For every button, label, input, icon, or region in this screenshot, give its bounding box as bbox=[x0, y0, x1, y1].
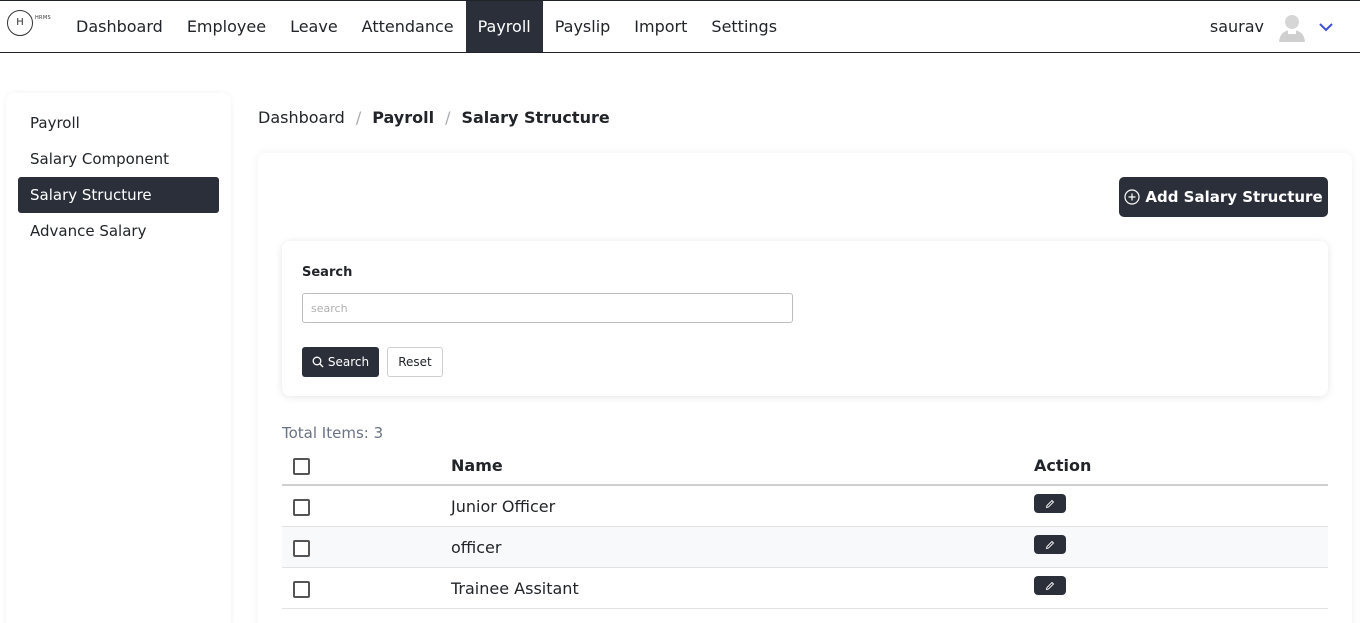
row-checkbox[interactable] bbox=[293, 581, 310, 598]
table-header: Name Action bbox=[282, 445, 1328, 486]
plus-circle-icon bbox=[1124, 189, 1140, 205]
nav-item-leave[interactable]: Leave bbox=[278, 1, 350, 52]
breadcrumb-current: Salary Structure bbox=[461, 107, 610, 127]
search-button[interactable]: Search bbox=[302, 347, 379, 377]
sidebar-item-salary-structure[interactable]: Salary Structure bbox=[18, 177, 219, 213]
avatar[interactable] bbox=[1276, 11, 1308, 43]
search-button-label: Search bbox=[327, 355, 370, 369]
nav-item-import[interactable]: Import bbox=[622, 1, 699, 52]
column-header-action: Action bbox=[1034, 456, 1092, 475]
pencil-icon bbox=[1045, 540, 1055, 549]
edit-button[interactable] bbox=[1034, 535, 1066, 554]
edit-button[interactable] bbox=[1034, 494, 1066, 513]
nav-item-payroll[interactable]: Payroll bbox=[465, 1, 543, 52]
search-input[interactable] bbox=[302, 293, 793, 323]
table-row: Trainee Assitant bbox=[282, 568, 1328, 609]
chevron-down-icon[interactable] bbox=[1316, 17, 1336, 37]
breadcrumb-dashboard[interactable]: Dashboard bbox=[258, 108, 345, 127]
top-navbar: H HRMS Dashboard Employee Leave Attendan… bbox=[0, 0, 1360, 53]
pencil-icon bbox=[1045, 499, 1055, 508]
sidebar-item-salary-component[interactable]: Salary Component bbox=[18, 141, 219, 177]
sidebar-item-payroll[interactable]: Payroll bbox=[18, 105, 219, 141]
table-row: officer bbox=[282, 527, 1328, 568]
row-checkbox[interactable] bbox=[293, 540, 310, 557]
logo-letter: H bbox=[16, 17, 24, 28]
user-menu[interactable]: saurav bbox=[1210, 1, 1336, 52]
breadcrumb-separator: / bbox=[355, 107, 362, 127]
search-icon bbox=[312, 356, 324, 368]
edit-button[interactable] bbox=[1034, 576, 1066, 595]
sidebar: Payroll Salary Component Salary Structur… bbox=[6, 93, 231, 623]
user-name: saurav bbox=[1209, 17, 1264, 36]
breadcrumb-payroll[interactable]: Payroll bbox=[372, 108, 434, 127]
add-salary-structure-button[interactable]: Add Salary Structure bbox=[1119, 177, 1328, 217]
pencil-icon bbox=[1045, 581, 1055, 590]
row-name: Trainee Assitant bbox=[451, 579, 579, 598]
salary-structure-table: Name Action Junior Officer officer Train… bbox=[282, 445, 1328, 609]
reset-button[interactable]: Reset bbox=[387, 347, 443, 377]
total-items: Total Items: 3 bbox=[282, 424, 384, 442]
breadcrumb: Dashboard / Payroll / Salary Structure bbox=[258, 106, 610, 128]
select-all-checkbox[interactable] bbox=[293, 458, 310, 475]
content-card: Add Salary Structure Search Search Reset… bbox=[258, 153, 1352, 623]
sidebar-item-advance-salary[interactable]: Advance Salary bbox=[18, 213, 219, 249]
search-label: Search bbox=[302, 265, 353, 280]
table-row: Junior Officer bbox=[282, 486, 1328, 527]
nav-item-payslip[interactable]: Payslip bbox=[543, 1, 623, 52]
row-name: Junior Officer bbox=[451, 497, 556, 516]
main-nav: Dashboard Employee Leave Attendance Payr… bbox=[64, 1, 789, 52]
nav-item-employee[interactable]: Employee bbox=[175, 1, 278, 52]
nav-item-dashboard[interactable]: Dashboard bbox=[64, 1, 175, 52]
nav-item-settings[interactable]: Settings bbox=[699, 1, 789, 52]
row-checkbox[interactable] bbox=[293, 499, 310, 516]
add-button-label: Add Salary Structure bbox=[1145, 188, 1323, 206]
breadcrumb-separator: / bbox=[445, 107, 451, 127]
logo-subtext: HRMS bbox=[35, 15, 51, 21]
search-panel: Search Search Reset bbox=[282, 241, 1328, 396]
row-name: officer bbox=[451, 538, 502, 557]
column-header-name: Name bbox=[451, 456, 503, 475]
hrms-logo[interactable]: H bbox=[7, 10, 33, 36]
nav-item-attendance[interactable]: Attendance bbox=[350, 1, 466, 52]
